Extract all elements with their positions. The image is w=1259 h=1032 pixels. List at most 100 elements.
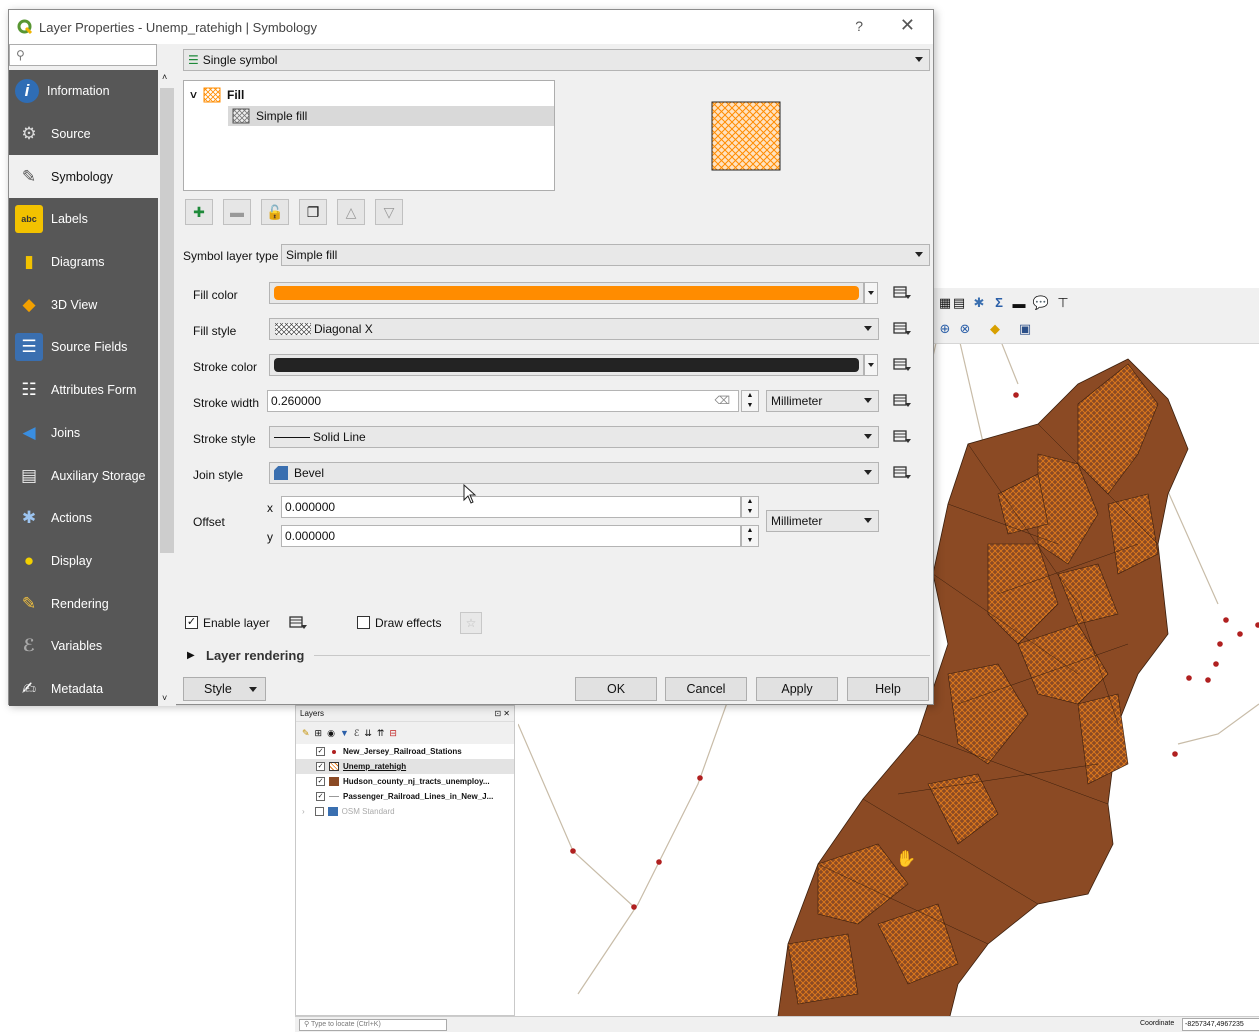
close-button[interactable]: ✕	[900, 15, 915, 36]
expand-triangle-icon[interactable]: ▶	[187, 650, 195, 661]
expand-all-icon[interactable]: ⇊	[364, 728, 372, 739]
remove-symbol-layer-button[interactable]: ▬	[223, 199, 251, 225]
map-tips-icon[interactable]: 💬	[1032, 294, 1050, 312]
layer-rendering-label[interactable]: Layer rendering	[206, 648, 304, 663]
panel-float-close-icon[interactable]: ⊡ ✕	[494, 709, 510, 718]
draw-effects-label: Draw effects	[375, 616, 442, 630]
layer-tree-item[interactable]: ✓ Passenger_Railroad_Lines_in_New_J...	[296, 789, 514, 804]
offset-x-spinner[interactable]: ▲ ▼	[741, 496, 759, 518]
data-defined-override-icon[interactable]	[889, 354, 915, 376]
add-group-icon[interactable]: ⊞	[315, 728, 323, 739]
nav-item-variables[interactable]: ℰ Variables	[9, 625, 158, 668]
text-annotation-icon[interactable]: ⊤	[1054, 294, 1072, 312]
tree-item-simple-fill[interactable]: Simple fill	[228, 106, 554, 126]
remove-layer-icon[interactable]: ⊟	[389, 728, 397, 739]
move-up-button[interactable]: △	[337, 199, 365, 225]
draw-effects-checkbox[interactable]	[357, 616, 370, 629]
fill-hatch-icon	[203, 87, 221, 103]
data-defined-override-icon[interactable]	[285, 612, 311, 634]
apply-button[interactable]: Apply	[756, 677, 838, 701]
stroke-color-dropdown[interactable]	[864, 354, 878, 376]
scroll-up-icon[interactable]: ˄	[162, 72, 167, 82]
stroke-color-button[interactable]	[269, 354, 864, 376]
duplicate-layer-button[interactable]: ❐	[299, 199, 327, 225]
fill-color-dropdown[interactable]	[864, 282, 878, 304]
chevron-down-icon[interactable]: ˅	[190, 88, 197, 102]
ok-button[interactable]: OK	[575, 677, 657, 701]
nav-item-source-fields[interactable]: ☰ Source Fields	[9, 326, 158, 369]
nav-item-auxiliary-storage[interactable]: ▤ Auxiliary Storage	[9, 454, 158, 497]
stroke-width-spinner[interactable]: ▲ ▼	[741, 390, 759, 412]
statistics-sigma-icon[interactable]: Σ	[990, 293, 1008, 311]
locator-search-input[interactable]: ⚲ Type to locate (Ctrl+K)	[299, 1019, 447, 1031]
style-manager-icon[interactable]: ✎	[302, 728, 310, 739]
layer-visibility-checkbox[interactable]	[314, 807, 324, 816]
gear-icon[interactable]: ✱	[970, 294, 988, 312]
data-defined-override-icon[interactable]	[889, 282, 915, 304]
cancel-button[interactable]: Cancel	[665, 677, 747, 701]
stroke-width-input[interactable]: 0.260000 ⌫	[267, 390, 739, 412]
add-symbol-layer-button[interactable]: ✚	[185, 199, 213, 225]
symbol-layer-type-select[interactable]: Simple fill	[281, 244, 930, 266]
context-help-button[interactable]: ?	[855, 18, 863, 34]
stroke-width-unit-select[interactable]: Millimeter	[766, 390, 879, 412]
data-defined-override-icon[interactable]	[889, 426, 915, 448]
manage-visibility-icon[interactable]: ◉	[327, 728, 335, 739]
renderer-type-select[interactable]: ☰ Single symbol	[183, 49, 930, 71]
nav-item-actions[interactable]: ✱ Actions	[9, 497, 158, 540]
zoom-layer-icon[interactable]: ⊕	[936, 320, 954, 338]
nav-search-input[interactable]: ⚲	[9, 44, 157, 66]
layer-tree-item[interactable]: ✓ Hudson_county_nj_tracts_unemploy...	[296, 774, 514, 789]
nav-item-display[interactable]: ● Display	[9, 540, 158, 583]
layer-visibility-checkbox[interactable]: ✓	[316, 777, 325, 786]
coordinate-field[interactable]: -8257347,4967235	[1182, 1018, 1259, 1031]
layer-tree-item[interactable]: › OSM Standard	[296, 804, 514, 819]
filter-legend-icon[interactable]: ▼	[340, 728, 349, 738]
nav-item-attributes-form[interactable]: ☷ Attributes Form	[9, 369, 158, 412]
nav-item-information[interactable]: i Information	[9, 70, 158, 113]
help-book-icon[interactable]: ▣	[1016, 320, 1034, 338]
layer-visibility-checkbox[interactable]: ✓	[316, 747, 325, 756]
nav-scrollbar[interactable]: ˄ ˅	[158, 70, 176, 706]
move-down-button[interactable]: ▽	[375, 199, 403, 225]
offset-y-spinner[interactable]: ▲ ▼	[741, 525, 759, 547]
nav-item-diagrams[interactable]: ▮ Diagrams	[9, 241, 158, 284]
python-icon[interactable]: ◆	[986, 320, 1004, 338]
collapse-all-icon[interactable]: ⇈	[377, 728, 385, 739]
filter-expression-icon[interactable]: ℰ	[354, 728, 359, 739]
layer-visibility-checkbox[interactable]: ✓	[316, 792, 325, 801]
data-defined-override-icon[interactable]	[889, 390, 915, 412]
data-defined-override-icon[interactable]	[889, 462, 915, 484]
tree-item-fill[interactable]: ˅ Fill	[190, 85, 244, 105]
help-button[interactable]: Help	[847, 677, 929, 701]
style-menu-button[interactable]: Style	[183, 677, 266, 701]
data-defined-override-icon[interactable]	[889, 318, 915, 340]
clear-icon[interactable]: ⌫	[714, 394, 730, 407]
offset-x-input[interactable]: 0.000000	[281, 496, 741, 518]
nav-item-3d-view[interactable]: ◆ 3D View	[9, 283, 158, 326]
layer-visibility-checkbox[interactable]: ✓	[316, 762, 325, 771]
layer-tree-item[interactable]: ✓ Unemp_ratehigh	[296, 759, 514, 774]
nav-item-source[interactable]: ⚙ Source	[9, 113, 158, 156]
fill-style-select[interactable]: Diagonal X	[269, 318, 879, 340]
zoom-selection-icon[interactable]: ⊗	[956, 320, 974, 338]
measure-icon[interactable]: ▬	[1010, 294, 1028, 312]
nav-item-symbology[interactable]: ✎ Symbology	[9, 155, 158, 199]
join-style-select[interactable]: Bevel	[269, 462, 879, 484]
scroll-thumb[interactable]	[160, 88, 174, 553]
expand-chevron-icon[interactable]: ›	[302, 807, 305, 816]
offset-y-input[interactable]: 0.000000	[281, 525, 741, 547]
effects-star-icon[interactable]: ☆	[460, 612, 482, 634]
layer-tree-item[interactable]: ✓ New_Jersey_Railroad_Stations	[296, 744, 514, 759]
field-calc-icon[interactable]: ▤	[950, 294, 968, 312]
stroke-style-select[interactable]: Solid Line	[269, 426, 879, 448]
nav-item-joins[interactable]: ◀ Joins	[9, 412, 158, 455]
fill-color-button[interactable]	[269, 282, 864, 304]
lock-layer-color-icon[interactable]: 🔓	[261, 199, 289, 225]
nav-item-metadata[interactable]: ✍ Metadata	[9, 668, 158, 706]
nav-item-labels[interactable]: abc Labels	[9, 198, 158, 241]
offset-unit-select[interactable]: Millimeter	[766, 510, 879, 532]
enable-layer-checkbox[interactable]: ✓	[185, 616, 198, 629]
scroll-down-icon[interactable]: ˅	[162, 693, 167, 703]
nav-item-rendering[interactable]: ✎ Rendering	[9, 582, 158, 625]
